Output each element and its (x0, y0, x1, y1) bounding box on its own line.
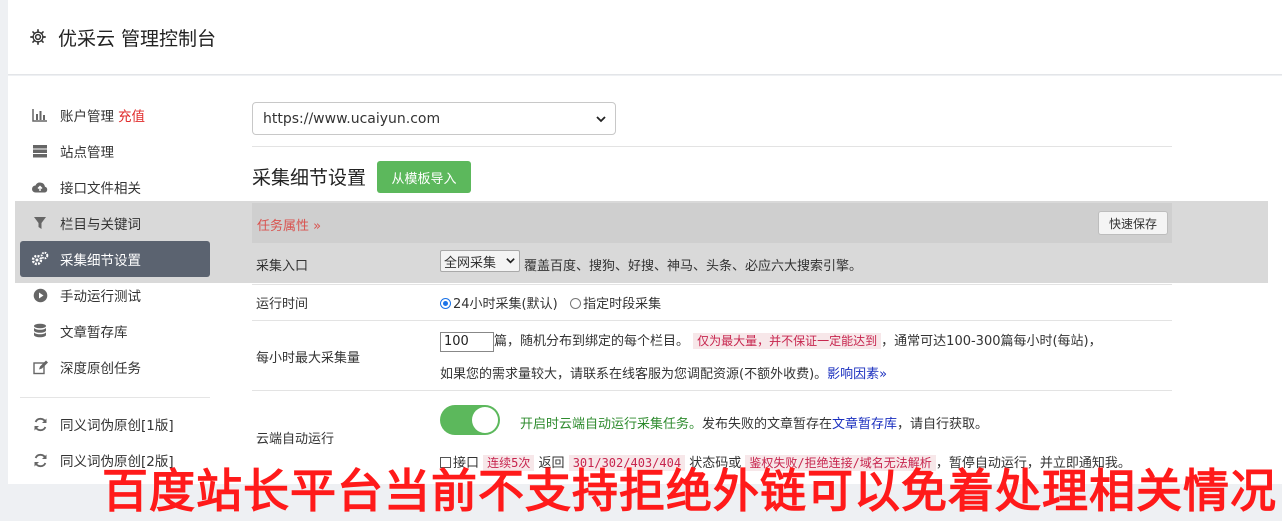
sidebar-item-label: 手动运行测试 (60, 289, 141, 305)
max-per-hour-input[interactable]: 100 (440, 331, 494, 352)
entry-description: 覆盖百度、搜狗、好搜、神马、头条、必应六大搜索引擎。 (524, 259, 863, 274)
sidebar-item-label: 同义词伪原创[1版] (60, 418, 174, 434)
sidebar-item-label: 站点管理 (60, 145, 114, 161)
radio-scheduled[interactable] (570, 298, 582, 309)
radio-24h-label: 24小时采集(默认) (453, 297, 558, 312)
server-icon (31, 142, 49, 160)
radio-24h[interactable] (440, 298, 451, 309)
gear-icon (28, 27, 48, 47)
quick-save-button[interactable]: 快速保存 (1098, 211, 1168, 235)
sidebar-item-label: 账户管理 (60, 109, 114, 125)
sidebar-divider (20, 397, 210, 398)
refresh-icon (31, 415, 49, 433)
section-title: 采集细节设置 (252, 167, 367, 189)
sidebar-item-interface-files[interactable]: 接口文件相关 (20, 169, 210, 205)
site-select-value: https://www.ucaiyun.com (263, 110, 441, 127)
sidebar-item-account[interactable]: 账户管理 充值 (20, 97, 210, 133)
divider (252, 146, 1172, 147)
sidebar-item-sites[interactable]: 站点管理 (20, 133, 210, 169)
recharge-link[interactable]: 充值 (118, 105, 145, 125)
cloud-run-toggle[interactable] (440, 405, 500, 435)
sidebar: 账户管理 充值 站点管理 接口文件相关 栏目与关键词 采集细节设置 手动运行测试… (20, 97, 210, 478)
divider (252, 320, 1172, 321)
entry-label: 采集入口 (256, 259, 309, 274)
sidebar-item-label: 采集细节设置 (60, 253, 141, 269)
text: 如果您的需求量较大，请联系在线客服为您调配资源(不额外收费)。 (440, 367, 828, 382)
bar-chart-icon (31, 106, 49, 124)
entry-select-value: 全网采集 (444, 255, 497, 271)
max-per-hour-line2: 如果您的需求量较大，请联系在线客服为您调配资源(不额外收费)。影响因素» (440, 363, 887, 382)
chevron-down-icon (505, 255, 516, 270)
sidebar-item-synonym-v1[interactable]: 同义词伪原创[1版] (20, 406, 210, 442)
text: ，请自行获取。 (897, 417, 989, 432)
database-icon (31, 322, 49, 340)
cloud-run-hint: 开启时云端自动运行采集任务。 (520, 417, 703, 432)
sidebar-item-label: 文章暂存库 (60, 325, 128, 341)
import-template-button[interactable]: 从模板导入 (377, 161, 471, 193)
red-overlay-caption: 百度站长平台当前不支持拒绝外链可以免着处理相关情况 (102, 464, 1277, 518)
tab-task-properties[interactable]: 任务属性 » (257, 215, 321, 234)
text: 篇，随机分布到绑定的每个栏目。 (494, 334, 690, 349)
page-title: 优采云 管理控制台 (58, 27, 217, 50)
play-circle-icon (31, 286, 49, 304)
gears-icon (31, 250, 49, 268)
cloud-run-description: 开启时云端自动运行采集任务。发布失败的文章暂存在文章暂存库，请自行获取。 (520, 413, 988, 432)
cloud-upload-icon (31, 178, 49, 196)
chevron-down-icon (595, 113, 607, 129)
max-per-hour-line1: 100 篇，随机分布到绑定的每个栏目。 仅为最大量，并不保证一定能达到 ，通常可达1… (440, 330, 1102, 352)
cloud-run-label: 云端自动运行 (256, 432, 335, 447)
divider (252, 390, 1172, 391)
influence-factors-link[interactable]: 影响因素» (827, 367, 887, 382)
max-note-tag: 仅为最大量，并不保证一定能达到 (693, 333, 882, 349)
sidebar-item-columns-keywords[interactable]: 栏目与关键词 (20, 205, 210, 241)
sidebar-item-label: 栏目与关键词 (60, 217, 141, 233)
run-time-label: 运行时间 (256, 297, 309, 312)
app-header: 优采云 管理控制台 (8, 0, 1282, 75)
max-per-hour-label: 每小时最大采集量 (256, 351, 361, 366)
edit-icon (31, 358, 49, 376)
filter-icon (31, 214, 49, 232)
article-storage-link[interactable]: 文章暂存库 (832, 417, 897, 432)
sidebar-item-article-storage[interactable]: 文章暂存库 (20, 313, 210, 349)
sidebar-item-deep-original[interactable]: 深度原创任务 (20, 349, 210, 385)
refresh-icon (31, 451, 49, 469)
toggle-knob (472, 407, 498, 433)
sidebar-item-collect-settings[interactable]: 采集细节设置 (20, 241, 210, 277)
run-time-options: 24小时采集(默认) 指定时段采集 (440, 293, 661, 312)
sidebar-item-label: 深度原创任务 (60, 361, 141, 377)
text: 发布失败的文章暂存在 (702, 417, 833, 432)
site-select[interactable]: https://www.ucaiyun.com (252, 102, 616, 135)
sidebar-item-manual-run[interactable]: 手动运行测试 (20, 277, 210, 313)
entry-select[interactable]: 全网采集 (440, 250, 520, 272)
task-properties-bar: 任务属性 » 快速保存 (252, 203, 1172, 243)
radio-scheduled-label: 指定时段采集 (583, 297, 662, 312)
sidebar-item-label: 接口文件相关 (60, 181, 141, 197)
divider (252, 284, 1172, 285)
text: ，通常可达100-300篇每小时(每站)， (881, 334, 1102, 349)
